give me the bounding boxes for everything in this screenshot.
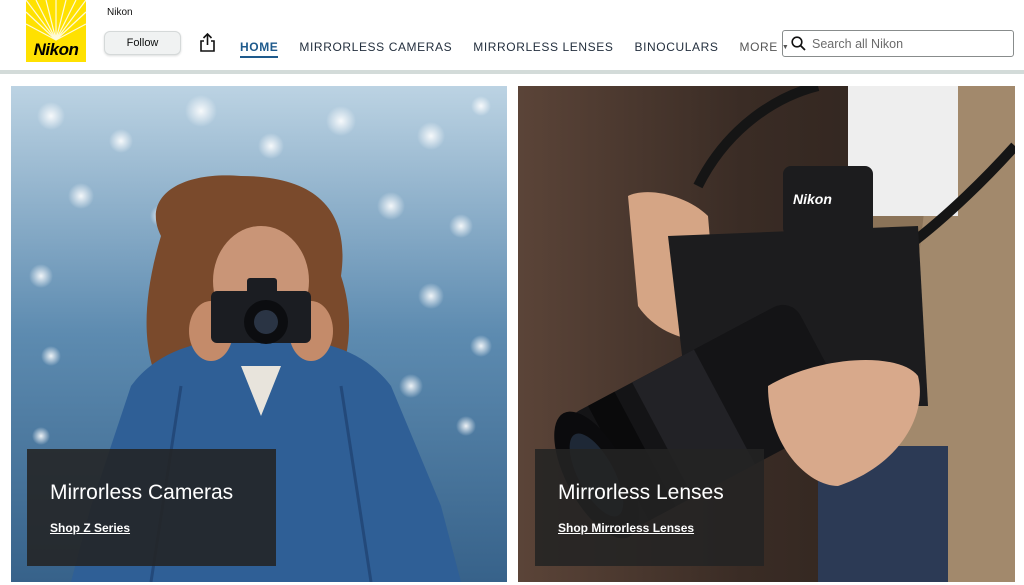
caption-box: Mirrorless Cameras Shop Z Series	[27, 449, 276, 566]
tile-mirrorless-lenses[interactable]: Nikon Mirrorless Lenses Shop Mirrorless …	[518, 86, 1015, 582]
caption-box: Mirrorless Lenses Shop Mirrorless Lenses	[535, 449, 764, 566]
share-icon[interactable]	[199, 33, 216, 52]
svg-text:Nikon: Nikon	[793, 191, 832, 207]
nav-binoculars[interactable]: BINOCULARS	[634, 40, 718, 54]
nav-home[interactable]: HOME	[240, 40, 279, 58]
logo-text: Nikon	[33, 40, 79, 59]
shop-z-series-link[interactable]: Shop Z Series	[50, 521, 130, 535]
search-box[interactable]	[782, 30, 1014, 57]
header-divider	[0, 70, 1024, 74]
nikon-logo[interactable]: Nikon	[26, 0, 86, 62]
nav-mirrorless-cameras[interactable]: MIRRORLESS CAMERAS	[299, 40, 452, 54]
store-header: Nikon Nikon Follow HOME MIRRORLESS CAMER…	[0, 0, 1024, 70]
brand-name[interactable]: Nikon	[107, 7, 133, 18]
nav-more-label: MORE	[739, 40, 778, 54]
search-input[interactable]	[812, 36, 1002, 51]
shop-mirrorless-lenses-link[interactable]: Shop Mirrorless Lenses	[558, 521, 694, 535]
tile-title: Mirrorless Lenses	[558, 481, 724, 504]
search-icon	[791, 36, 806, 51]
nav-mirrorless-lenses[interactable]: MIRRORLESS LENSES	[473, 40, 613, 54]
store-nav: HOME MIRRORLESS CAMERAS MIRRORLESS LENSE…	[240, 36, 789, 58]
follow-button[interactable]: Follow	[104, 31, 181, 55]
tile-title: Mirrorless Cameras	[50, 481, 234, 504]
tile-mirrorless-cameras[interactable]: Mirrorless Cameras Shop Z Series	[11, 86, 507, 582]
